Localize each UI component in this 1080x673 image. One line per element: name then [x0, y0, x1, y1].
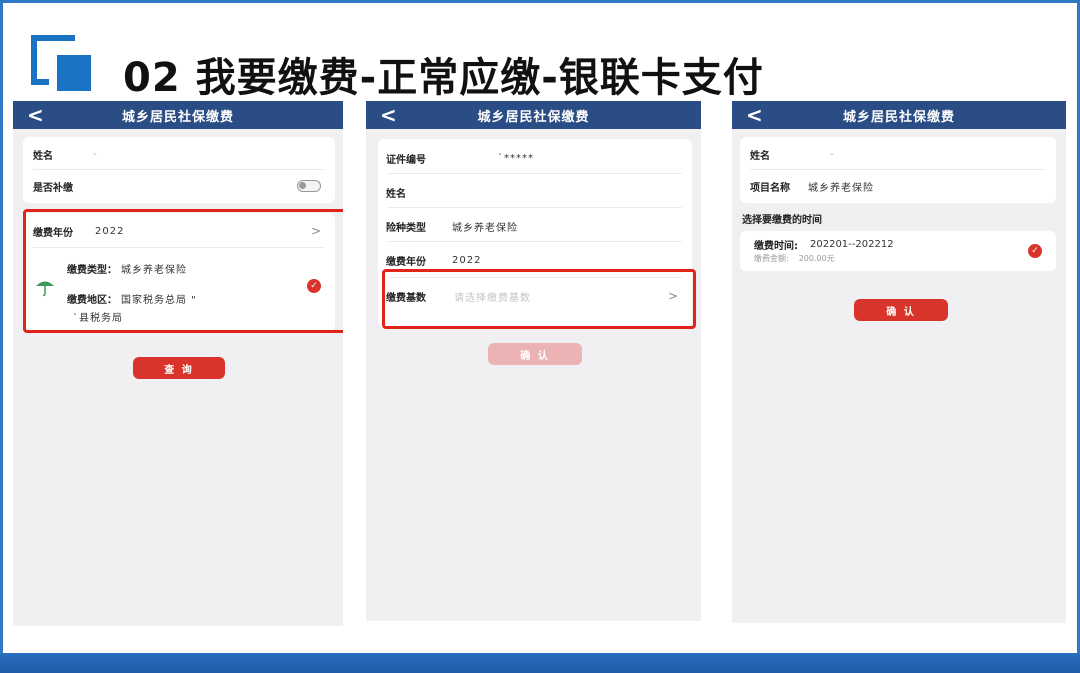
back-icon[interactable]: < [746, 105, 763, 125]
nav-title: 城乡居民社保缴费 [842, 109, 955, 125]
name-label: 姓名 [750, 150, 770, 162]
nav-bar: < 城乡居民社保缴费 [366, 101, 701, 129]
time-value: 202201--202212 [810, 238, 894, 250]
section-title: 选择要缴费的时间 [742, 215, 822, 226]
name-value: - [830, 148, 835, 160]
query-button[interactable]: 查 询 [133, 357, 225, 379]
project-value: 城乡养老保险 [808, 182, 874, 194]
phone-screen-base: < 城乡居民社保缴费 证件编号 `***** 姓名 险种类型 城乡养老保险 缴费… [366, 101, 701, 621]
highlight-frame [23, 209, 343, 333]
highlight-frame [382, 269, 696, 329]
confirm-button[interactable]: 确 认 [854, 299, 948, 321]
time-label: 缴费时间: [754, 240, 798, 252]
back-icon[interactable]: < [27, 105, 44, 125]
supplement-toggle[interactable] [297, 180, 321, 192]
name-value: - [93, 148, 98, 160]
slide-footer-bar [0, 653, 1080, 673]
period-card[interactable]: 缴费时间: 202201--202212 缴费金额: 200.00元 ✓ [740, 231, 1056, 271]
selected-check-icon[interactable]: ✓ [1028, 244, 1042, 258]
amount-value: 200.00元 [798, 253, 835, 263]
nav-bar: < 城乡居民社保缴费 [13, 101, 343, 129]
year-value: 2022 [452, 254, 482, 266]
nav-title: 城乡居民社保缴费 [121, 109, 234, 125]
back-icon[interactable]: < [380, 105, 397, 125]
name-label: 姓名 [33, 150, 53, 162]
insurance-label: 险种类型 [386, 222, 426, 234]
phone-screen-confirm: < 城乡居民社保缴费 姓名 - 项目名称 城乡养老保险 选择要缴费的时间 缴费时… [732, 101, 1066, 623]
id-value: `***** [498, 152, 534, 164]
info-card: 姓名 - 是否补缴 [23, 137, 335, 203]
confirm-button[interactable]: 确 认 [488, 343, 582, 365]
name-label: 姓名 [386, 188, 406, 200]
project-label: 项目名称 [750, 182, 790, 194]
logo-icon [29, 33, 99, 93]
supplement-label: 是否补缴 [33, 182, 73, 194]
slide-title: 02 我要缴费-正常应缴-银联卡支付 [123, 55, 764, 101]
nav-bar: < 城乡居民社保缴费 [732, 101, 1066, 129]
year-label: 缴费年份 [386, 256, 426, 268]
id-label: 证件编号 [386, 154, 426, 166]
slide: 02 我要缴费-正常应缴-银联卡支付 < 城乡居民社保缴费 姓名 - 是否补缴 … [3, 3, 1077, 653]
amount-label: 缴费金额: [754, 253, 789, 263]
insurance-value: 城乡养老保险 [452, 222, 518, 234]
nav-title: 城乡居民社保缴费 [477, 109, 590, 125]
info-card: 姓名 - 项目名称 城乡养老保险 [740, 137, 1056, 203]
phone-screen-query: < 城乡居民社保缴费 姓名 - 是否补缴 缴费年份 2022 > 缴费类型： 城… [13, 101, 343, 626]
